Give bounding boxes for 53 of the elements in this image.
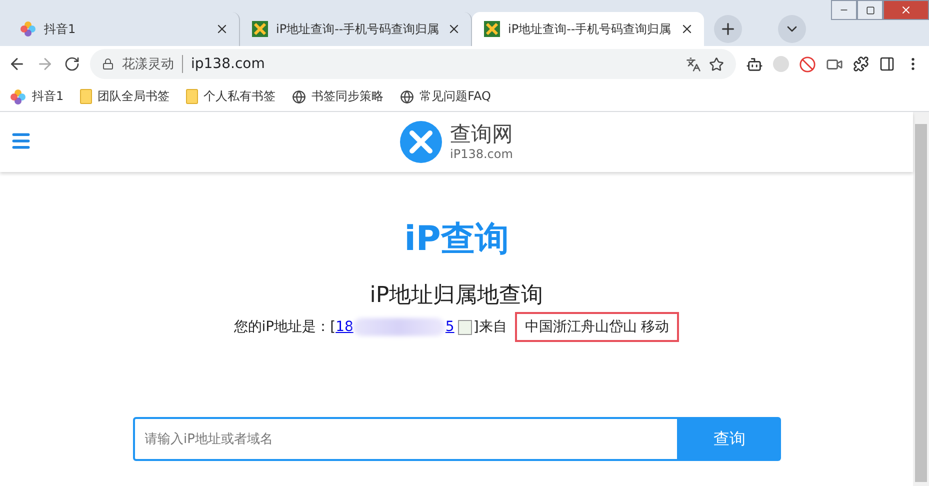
- close-icon[interactable]: [447, 22, 461, 36]
- ip-link[interactable]: 5: [445, 319, 454, 335]
- source-label: ]来自: [473, 318, 507, 336]
- flower-icon: [10, 88, 26, 104]
- ip-link[interactable]: 18: [336, 319, 354, 335]
- page-heading: iP查询: [404, 218, 509, 261]
- bookmark-label: 抖音1: [32, 88, 64, 105]
- site-name: 花漾灵动: [122, 55, 183, 73]
- bookmark-label: 常见问题FAQ: [420, 88, 491, 105]
- block-icon[interactable]: [799, 56, 816, 72]
- maximize-icon: [866, 6, 874, 14]
- subheading: iP地址归属地查询: [370, 282, 544, 310]
- url-text: ip138.com: [191, 56, 266, 72]
- address-bar[interactable]: 花漾灵动 ip138.com: [90, 49, 736, 79]
- broken-image-icon: [458, 320, 472, 334]
- folder-icon: [186, 89, 198, 104]
- maximize-button[interactable]: [857, 0, 883, 20]
- menu-button[interactable]: [10, 130, 32, 152]
- location-text: 中国浙江舟山岱山 移动: [514, 312, 680, 342]
- robot-icon[interactable]: [746, 56, 763, 72]
- back-icon[interactable]: [8, 55, 26, 73]
- side-panel-icon[interactable]: [879, 56, 895, 72]
- translate-icon[interactable]: [686, 56, 701, 72]
- bookmark[interactable]: 书签同步策略: [292, 88, 384, 105]
- globe-icon: [400, 90, 414, 104]
- bookmark-label: 团队全局书签: [98, 88, 170, 105]
- plus-icon: [719, 20, 737, 38]
- close-icon[interactable]: [680, 22, 694, 36]
- ip-label: 您的iP地址是：[: [234, 318, 336, 336]
- folder-icon: [80, 89, 92, 104]
- new-tab-button[interactable]: [714, 15, 742, 43]
- reload-icon[interactable]: [64, 56, 80, 72]
- tab-search-button[interactable]: [778, 15, 806, 43]
- lock-icon: [102, 58, 114, 70]
- bookmark-label: 个人私有书签: [204, 88, 276, 105]
- bookmark-label: 书签同步策略: [312, 88, 384, 105]
- globe-icon: [292, 90, 306, 104]
- bookmark[interactable]: 个人私有书签: [186, 88, 276, 105]
- puzzle-icon[interactable]: [853, 56, 869, 72]
- close-icon[interactable]: [215, 22, 229, 36]
- bookmark[interactable]: 常见问题FAQ: [400, 88, 491, 105]
- search-field[interactable]: 请输入iP地址或者域名: [132, 417, 678, 461]
- logo-title: 查询网: [450, 124, 513, 145]
- browser-tab[interactable]: iP地址查询--手机号码查询归属: [472, 12, 704, 46]
- close-icon: [900, 4, 912, 16]
- scrollbar[interactable]: [913, 112, 929, 486]
- browser-tab[interactable]: 抖音1: [8, 12, 240, 46]
- star-icon[interactable]: [709, 56, 724, 72]
- bookmark[interactable]: 抖音1: [10, 88, 64, 105]
- flower-icon: [20, 21, 36, 37]
- bookmark[interactable]: 团队全局书签: [80, 88, 170, 105]
- logo-domain: iP138.com: [450, 148, 513, 160]
- browser-tab[interactable]: iP地址查询--手机号码查询归属: [240, 12, 472, 46]
